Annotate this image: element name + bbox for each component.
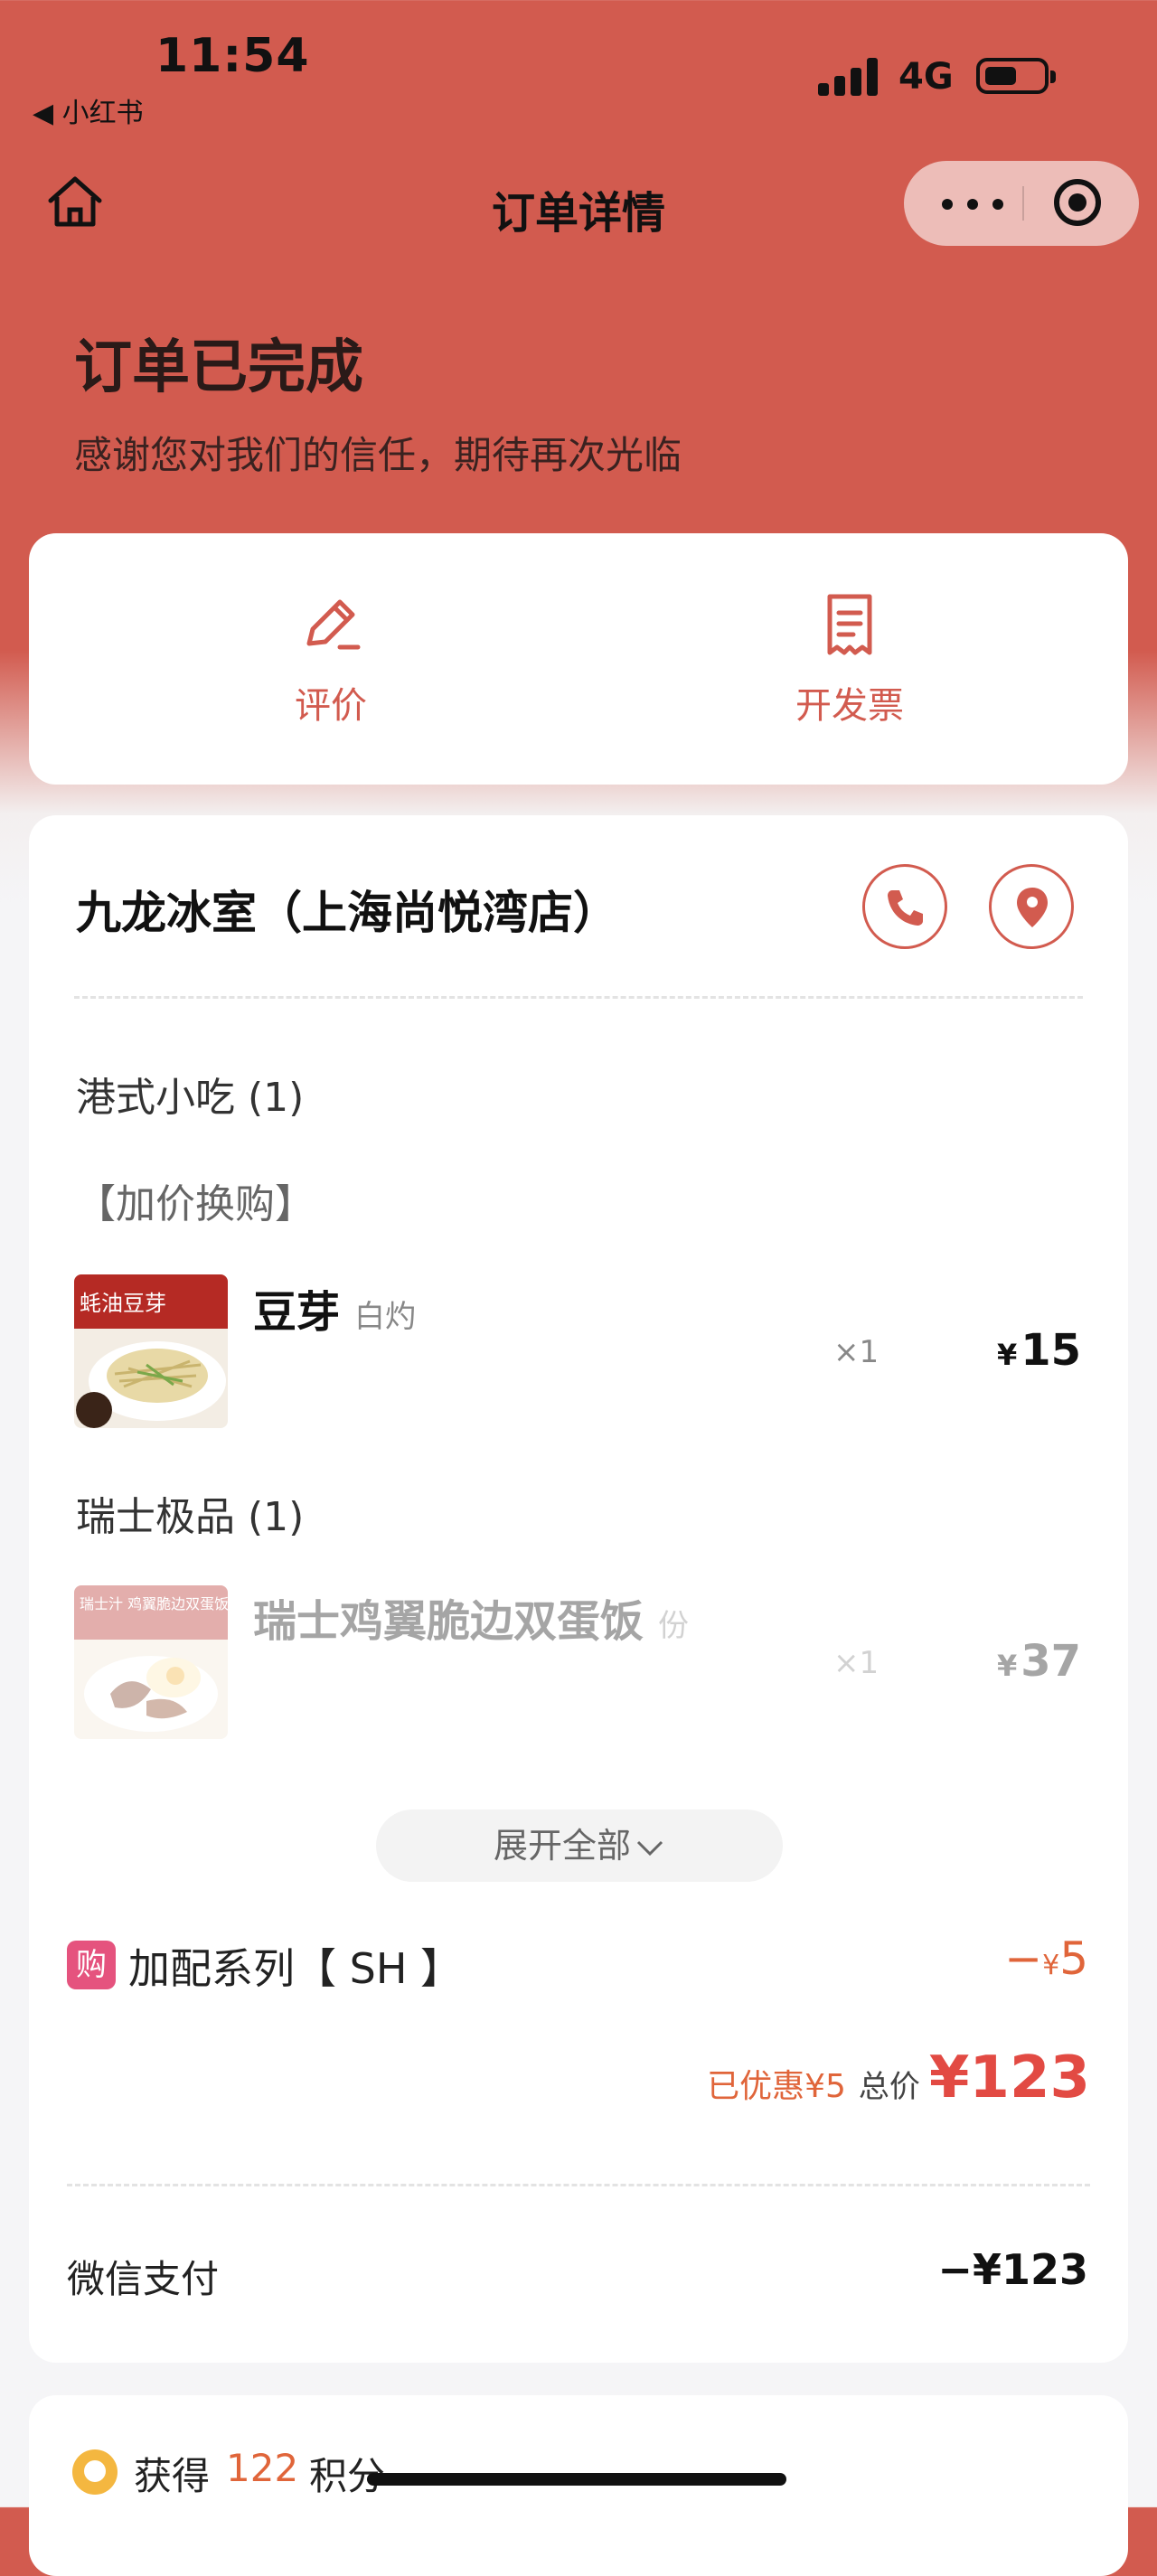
store-location-button[interactable]	[989, 864, 1074, 949]
invoice-button[interactable]: 开发票	[714, 588, 985, 729]
total-label: 总价	[858, 2069, 920, 2105]
review-label: 评价	[295, 685, 367, 727]
order-status-subtitle: 感谢您对我们的信任，期待再次光临	[74, 433, 682, 477]
points-card: 获得 122 积分	[29, 2395, 1128, 2576]
item-name: 瑞士鸡翼脆边双蛋饭	[253, 1596, 644, 1647]
invoice-label: 开发票	[795, 685, 904, 727]
item-price-currency: ¥	[996, 1338, 1018, 1372]
item-image: 蚝油豆芽	[74, 1274, 228, 1428]
chevron-down-icon	[636, 1840, 663, 1856]
location-pin-icon	[1017, 888, 1048, 927]
status-time: 11:54	[155, 29, 310, 83]
item-price-value: 15	[1021, 1325, 1081, 1376]
item-quantity: ×1	[833, 1334, 880, 1370]
battery-icon	[976, 58, 1056, 94]
close-miniapp-icon[interactable]	[1054, 179, 1101, 226]
call-store-button[interactable]	[862, 864, 947, 949]
order-card: 九龙冰室（上海尚悦湾店） 港式小吃 (1) 【加价换购】 蚝油豆芽 豆芽 白灼 ×…	[29, 815, 1128, 2363]
total-row: 已优惠¥5 总价 ¥123	[707, 2045, 1090, 2111]
addon-discount-value: 5	[1059, 1932, 1088, 1985]
home-indicator[interactable]	[367, 2473, 786, 2486]
phone-icon	[888, 890, 923, 926]
payment-method: 微信支付	[67, 2257, 220, 2301]
category-title: 瑞士极品 (1)	[76, 1494, 305, 1540]
item-name-row: 瑞士鸡翼脆边双蛋饭份	[253, 1585, 689, 1649]
action-card: 评价 开发票	[29, 533, 1128, 785]
miniapp-capsule	[904, 161, 1139, 246]
total-price: ¥123	[928, 2045, 1090, 2111]
category-title: 港式小吃 (1)	[76, 1075, 305, 1121]
signal-icon	[818, 58, 878, 96]
addon-badge: 购	[67, 1941, 116, 1989]
item-image-caption: 蚝油豆芽	[80, 1291, 166, 1316]
item-price-currency: ¥	[996, 1649, 1018, 1683]
addon-label: 加配系列【 SH 】	[128, 1944, 463, 1993]
payment-amount: −¥123	[937, 2245, 1088, 2294]
more-icon[interactable]	[938, 186, 1020, 222]
item-price-value: 37	[1021, 1636, 1081, 1687]
saved-amount: 已优惠¥5	[707, 2068, 846, 2105]
addon-discount: −¥5	[1004, 1932, 1088, 1985]
points-value: 122	[226, 2446, 299, 2490]
item-price: ¥37	[997, 1636, 1081, 1687]
review-button[interactable]: 评价	[195, 588, 466, 729]
network-type: 4G	[898, 56, 954, 98]
item-image-caption: 瑞士汁 鸡翼脆边双蛋饭	[80, 1595, 228, 1612]
addon-discount-sign: −	[1004, 1932, 1043, 1985]
addon-discount-currency: ¥	[1042, 1950, 1060, 1981]
receipt-icon	[827, 594, 872, 655]
points-coin-icon	[72, 2449, 118, 2495]
item-spec: 份	[658, 1608, 690, 1644]
order-status-title: 订单已完成	[74, 334, 363, 401]
pencil-icon	[306, 599, 361, 650]
points-prefix: 获得	[134, 2454, 211, 2498]
item-image: 瑞士汁 鸡翼脆边双蛋饭	[74, 1585, 228, 1739]
divider	[67, 2184, 1090, 2186]
expand-all-label: 展开全部	[493, 1826, 631, 1866]
item-quantity: ×1	[833, 1645, 880, 1681]
subcategory-title: 【加价换购】	[76, 1181, 315, 1227]
back-to-app-link[interactable]: ◀ 小红书	[33, 90, 144, 130]
expand-all-button[interactable]: 展开全部	[376, 1810, 783, 1882]
item-spec: 白灼	[354, 1299, 417, 1335]
item-name: 豆芽	[253, 1287, 341, 1338]
item-name-row: 豆芽 白灼	[253, 1276, 416, 1340]
item-price: ¥15	[997, 1325, 1081, 1376]
store-name: 九龙冰室（上海尚悦湾店）	[76, 887, 618, 939]
divider	[74, 996, 1083, 999]
capsule-divider	[1022, 186, 1024, 221]
